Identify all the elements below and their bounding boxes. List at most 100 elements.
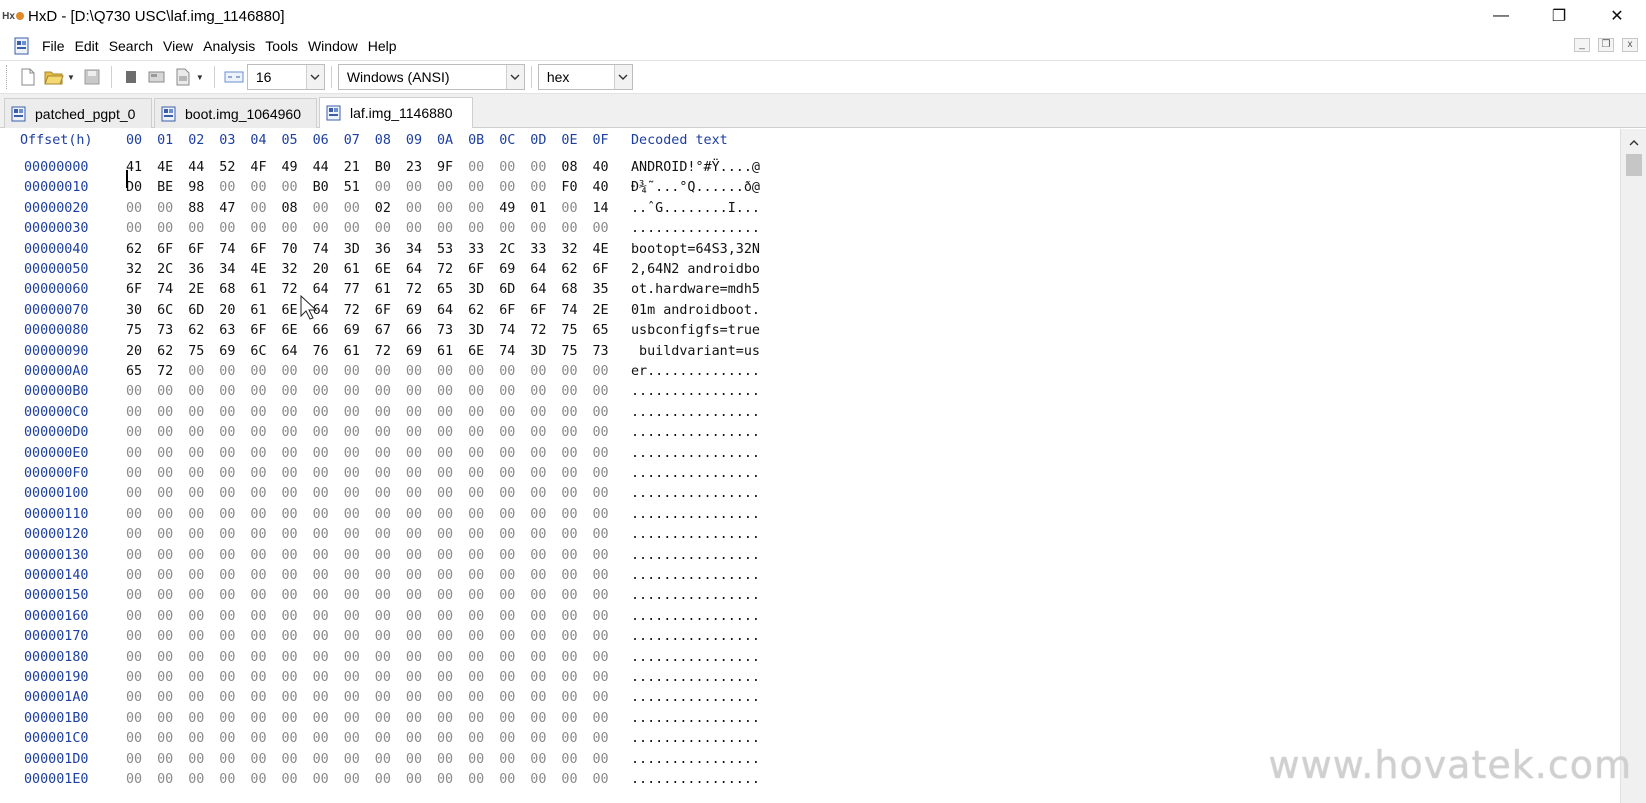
hex-byte[interactable]: 00 — [219, 670, 245, 685]
hex-byte[interactable]: 00 — [375, 629, 401, 644]
hex-byte[interactable]: 00 — [561, 772, 587, 787]
hex-byte[interactable]: 00 — [437, 548, 463, 563]
open-folder-icon[interactable] — [44, 67, 64, 87]
hex-byte[interactable]: 00 — [530, 364, 556, 379]
hex-byte[interactable]: 44 — [313, 160, 339, 175]
hex-byte[interactable]: 00 — [126, 201, 152, 216]
hex-byte[interactable]: 74 — [157, 282, 183, 297]
decoded-text[interactable]: ................ — [631, 588, 760, 603]
hex-byte[interactable]: 00 — [530, 548, 556, 563]
hex-byte[interactable]: 34 — [219, 262, 245, 277]
hex-byte[interactable]: 32 — [282, 262, 308, 277]
hex-byte[interactable]: 00 — [437, 466, 463, 481]
hex-byte[interactable]: 00 — [375, 425, 401, 440]
hex-byte[interactable]: 00 — [126, 568, 152, 583]
hex-byte[interactable]: 00 — [406, 690, 432, 705]
hex-byte[interactable]: 00 — [561, 466, 587, 481]
hex-byte[interactable]: 49 — [282, 160, 308, 175]
hex-byte[interactable]: 00 — [561, 711, 587, 726]
hex-byte[interactable]: 72 — [344, 303, 370, 318]
decoded-text[interactable]: ................ — [631, 384, 760, 399]
hex-byte[interactable]: 74 — [499, 344, 525, 359]
vertical-scrollbar[interactable] — [1620, 129, 1646, 803]
hex-byte[interactable]: 00 — [375, 466, 401, 481]
hex-byte[interactable]: 00 — [188, 588, 214, 603]
decoded-text[interactable]: ................ — [631, 731, 760, 746]
hex-byte[interactable]: 00 — [468, 486, 494, 501]
decoded-text[interactable]: ................ — [631, 486, 760, 501]
hex-byte[interactable]: 00 — [406, 201, 432, 216]
hex-byte[interactable]: 2C — [157, 262, 183, 277]
hex-byte[interactable]: 00 — [313, 772, 339, 787]
hex-byte[interactable]: 00 — [530, 527, 556, 542]
hex-byte[interactable]: 00 — [219, 446, 245, 461]
hex-byte[interactable]: 00 — [219, 507, 245, 522]
hex-byte[interactable]: 69 — [344, 323, 370, 338]
hex-byte[interactable]: 00 — [499, 568, 525, 583]
hex-byte[interactable]: 00 — [188, 221, 214, 236]
hex-byte[interactable]: 00 — [375, 609, 401, 624]
hex-byte[interactable]: 68 — [561, 282, 587, 297]
hex-byte[interactable]: 3D — [344, 242, 370, 257]
decoded-text[interactable]: ................ — [631, 507, 760, 522]
hex-byte[interactable]: 00 — [561, 425, 587, 440]
hex-byte[interactable]: 00 — [530, 466, 556, 481]
hex-byte[interactable]: 00 — [561, 629, 587, 644]
hex-byte[interactable]: 00 — [593, 405, 619, 420]
chevron-down-icon[interactable] — [505, 65, 524, 89]
hex-byte[interactable]: 63 — [219, 323, 245, 338]
decoded-text[interactable]: ................ — [631, 609, 760, 624]
hex-byte[interactable]: 00 — [561, 486, 587, 501]
hex-byte[interactable]: 00 — [126, 711, 152, 726]
hex-byte[interactable]: 00 — [406, 548, 432, 563]
hex-byte[interactable]: 00 — [437, 568, 463, 583]
hex-byte[interactable]: 00 — [126, 486, 152, 501]
menu-file[interactable]: File — [37, 38, 70, 54]
hex-byte[interactable]: 00 — [437, 405, 463, 420]
hex-byte[interactable]: 00 — [406, 609, 432, 624]
hex-byte[interactable]: 66 — [313, 323, 339, 338]
document-menu-icon[interactable] — [13, 37, 31, 55]
hex-byte[interactable]: 00 — [437, 527, 463, 542]
hex-byte[interactable]: 67 — [375, 323, 401, 338]
hex-byte[interactable]: 52 — [219, 160, 245, 175]
hex-byte[interactable]: 00 — [188, 690, 214, 705]
hex-byte[interactable]: 2C — [499, 242, 525, 257]
hex-byte[interactable]: 33 — [530, 242, 556, 257]
hex-byte[interactable]: 00 — [468, 364, 494, 379]
hex-byte[interactable]: 00 — [344, 486, 370, 501]
hex-byte[interactable]: 00 — [344, 446, 370, 461]
hex-byte[interactable]: 00 — [593, 568, 619, 583]
hex-byte[interactable]: 00 — [250, 201, 276, 216]
hex-byte[interactable]: 00 — [530, 446, 556, 461]
hex-byte[interactable]: 00 — [126, 670, 152, 685]
hex-byte[interactable]: 00 — [530, 609, 556, 624]
hex-byte[interactable]: 61 — [250, 282, 276, 297]
decoded-text[interactable]: ................ — [631, 690, 760, 705]
hex-byte[interactable]: 00 — [282, 486, 308, 501]
hex-byte[interactable]: 00 — [250, 588, 276, 603]
hex-byte[interactable]: 00 — [313, 527, 339, 542]
menu-search[interactable]: Search — [104, 38, 158, 54]
hex-byte[interactable]: 68 — [219, 282, 245, 297]
hex-byte[interactable]: 00 — [530, 486, 556, 501]
hex-byte[interactable]: 72 — [437, 262, 463, 277]
hex-byte[interactable]: 00 — [313, 609, 339, 624]
menu-view[interactable]: View — [158, 38, 198, 54]
hex-byte[interactable]: 00 — [593, 588, 619, 603]
hex-byte[interactable]: 00 — [157, 221, 183, 236]
hex-byte[interactable]: 6D — [499, 282, 525, 297]
hex-byte[interactable]: 00 — [344, 364, 370, 379]
hex-byte[interactable]: 02 — [375, 201, 401, 216]
hex-byte[interactable]: 30 — [126, 303, 152, 318]
chevron-down-icon[interactable] — [613, 65, 632, 89]
hex-byte[interactable]: 00 — [126, 772, 152, 787]
hex-byte[interactable]: 35 — [593, 282, 619, 297]
hex-byte[interactable]: 00 — [282, 180, 308, 195]
hex-byte[interactable]: 20 — [126, 344, 152, 359]
hex-byte[interactable]: 00 — [406, 425, 432, 440]
hex-byte[interactable]: 00 — [313, 405, 339, 420]
hex-byte[interactable]: 00 — [219, 486, 245, 501]
hex-byte[interactable]: 00 — [468, 690, 494, 705]
hex-byte[interactable]: 00 — [375, 180, 401, 195]
